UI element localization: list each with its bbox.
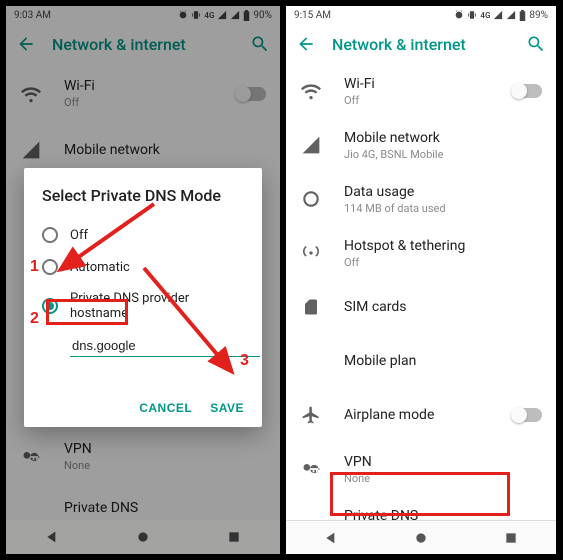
data-usage-icon <box>300 189 322 209</box>
row-wifi[interactable]: Wi-Fi Off <box>286 64 556 118</box>
row-sub: Off <box>344 256 542 269</box>
row-title: Hotspot & tethering <box>344 238 542 254</box>
radio-icon <box>42 298 58 314</box>
dialog-title: Select Private DNS Mode <box>42 186 244 205</box>
vibrate-icon <box>467 10 477 20</box>
alarm-icon <box>454 10 464 20</box>
row-data-usage[interactable]: Data usage 114 MB of data used <box>286 172 556 226</box>
airplane-icon <box>300 405 322 425</box>
radio-label: Off <box>70 228 88 243</box>
row-title: Data usage <box>344 184 542 200</box>
status-time: 9:15 AM <box>294 10 331 21</box>
cancel-button[interactable]: CANCEL <box>139 401 192 415</box>
nav-bar <box>286 520 556 554</box>
row-vpn[interactable]: VPN None <box>286 442 556 496</box>
nav-home-icon[interactable] <box>135 529 151 545</box>
row-mobile-network[interactable]: Mobile network Jio 4G, BSNL Mobile <box>286 118 556 172</box>
search-icon[interactable] <box>526 34 546 54</box>
settings-list: Wi-Fi Off Mobile network Jio 4G, BSNL Mo… <box>286 64 556 550</box>
nav-back-icon[interactable] <box>44 529 60 545</box>
airplane-toggle[interactable] <box>512 408 542 422</box>
nav-back-icon[interactable] <box>323 530 339 546</box>
page-title: Network & internet <box>332 35 510 54</box>
save-button[interactable]: SAVE <box>210 401 244 415</box>
nav-bar <box>6 520 280 554</box>
back-icon[interactable] <box>296 34 316 54</box>
app-bar: Network & internet <box>286 24 556 64</box>
phone-right: 9:15 AM 4G 89% Network & internet Wi-Fi … <box>285 5 557 555</box>
signal-icon <box>493 10 503 20</box>
row-title: Mobile network <box>344 130 542 146</box>
radio-label: Automatic <box>70 260 130 275</box>
nav-home-icon[interactable] <box>413 530 429 546</box>
wifi-toggle[interactable] <box>512 84 542 98</box>
radio-label: Private DNS provider hostname <box>70 291 244 321</box>
radio-icon <box>42 227 58 243</box>
row-title: VPN <box>344 454 542 470</box>
row-title: Mobile plan <box>344 353 542 369</box>
phone-left: 9:03 AM 4G 90% Network & internet Wi-Fi … <box>5 5 281 555</box>
hotspot-icon <box>300 243 322 263</box>
signal-icon <box>506 10 516 20</box>
radio-option-off[interactable]: Off <box>42 219 244 251</box>
row-sub: Off <box>344 94 490 107</box>
row-hotspot[interactable]: Hotspot & tethering Off <box>286 226 556 280</box>
battery-percent: 89% <box>529 10 548 21</box>
row-title: Wi-Fi <box>344 76 490 92</box>
signal-icon <box>300 135 322 155</box>
status-icons: 4G 89% <box>454 10 548 21</box>
row-mobile-plan[interactable]: Mobile plan <box>286 334 556 388</box>
nav-recent-icon[interactable] <box>503 530 519 546</box>
dns-hostname-input[interactable] <box>70 335 260 357</box>
row-sub: None <box>344 472 542 485</box>
radio-option-hostname[interactable]: Private DNS provider hostname <box>42 283 244 329</box>
nav-recent-icon[interactable] <box>226 529 242 545</box>
row-sub: Jio 4G, BSNL Mobile <box>344 148 542 161</box>
status-bar: 9:15 AM 4G 89% <box>286 6 556 24</box>
radio-option-automatic[interactable]: Automatic <box>42 251 244 283</box>
battery-icon <box>519 10 526 21</box>
row-sub: 114 MB of data used <box>344 202 542 215</box>
radio-icon <box>42 259 58 275</box>
network-4g-icon: 4G <box>480 11 490 20</box>
sim-icon <box>300 297 322 317</box>
key-icon <box>300 459 322 479</box>
row-airplane-mode[interactable]: Airplane mode <box>286 388 556 442</box>
private-dns-dialog: Select Private DNS Mode Off Automatic Pr… <box>24 168 262 427</box>
row-title: Airplane mode <box>344 407 490 423</box>
wifi-icon <box>300 81 322 101</box>
row-title: SIM cards <box>344 299 542 315</box>
row-sim-cards[interactable]: SIM cards <box>286 280 556 334</box>
